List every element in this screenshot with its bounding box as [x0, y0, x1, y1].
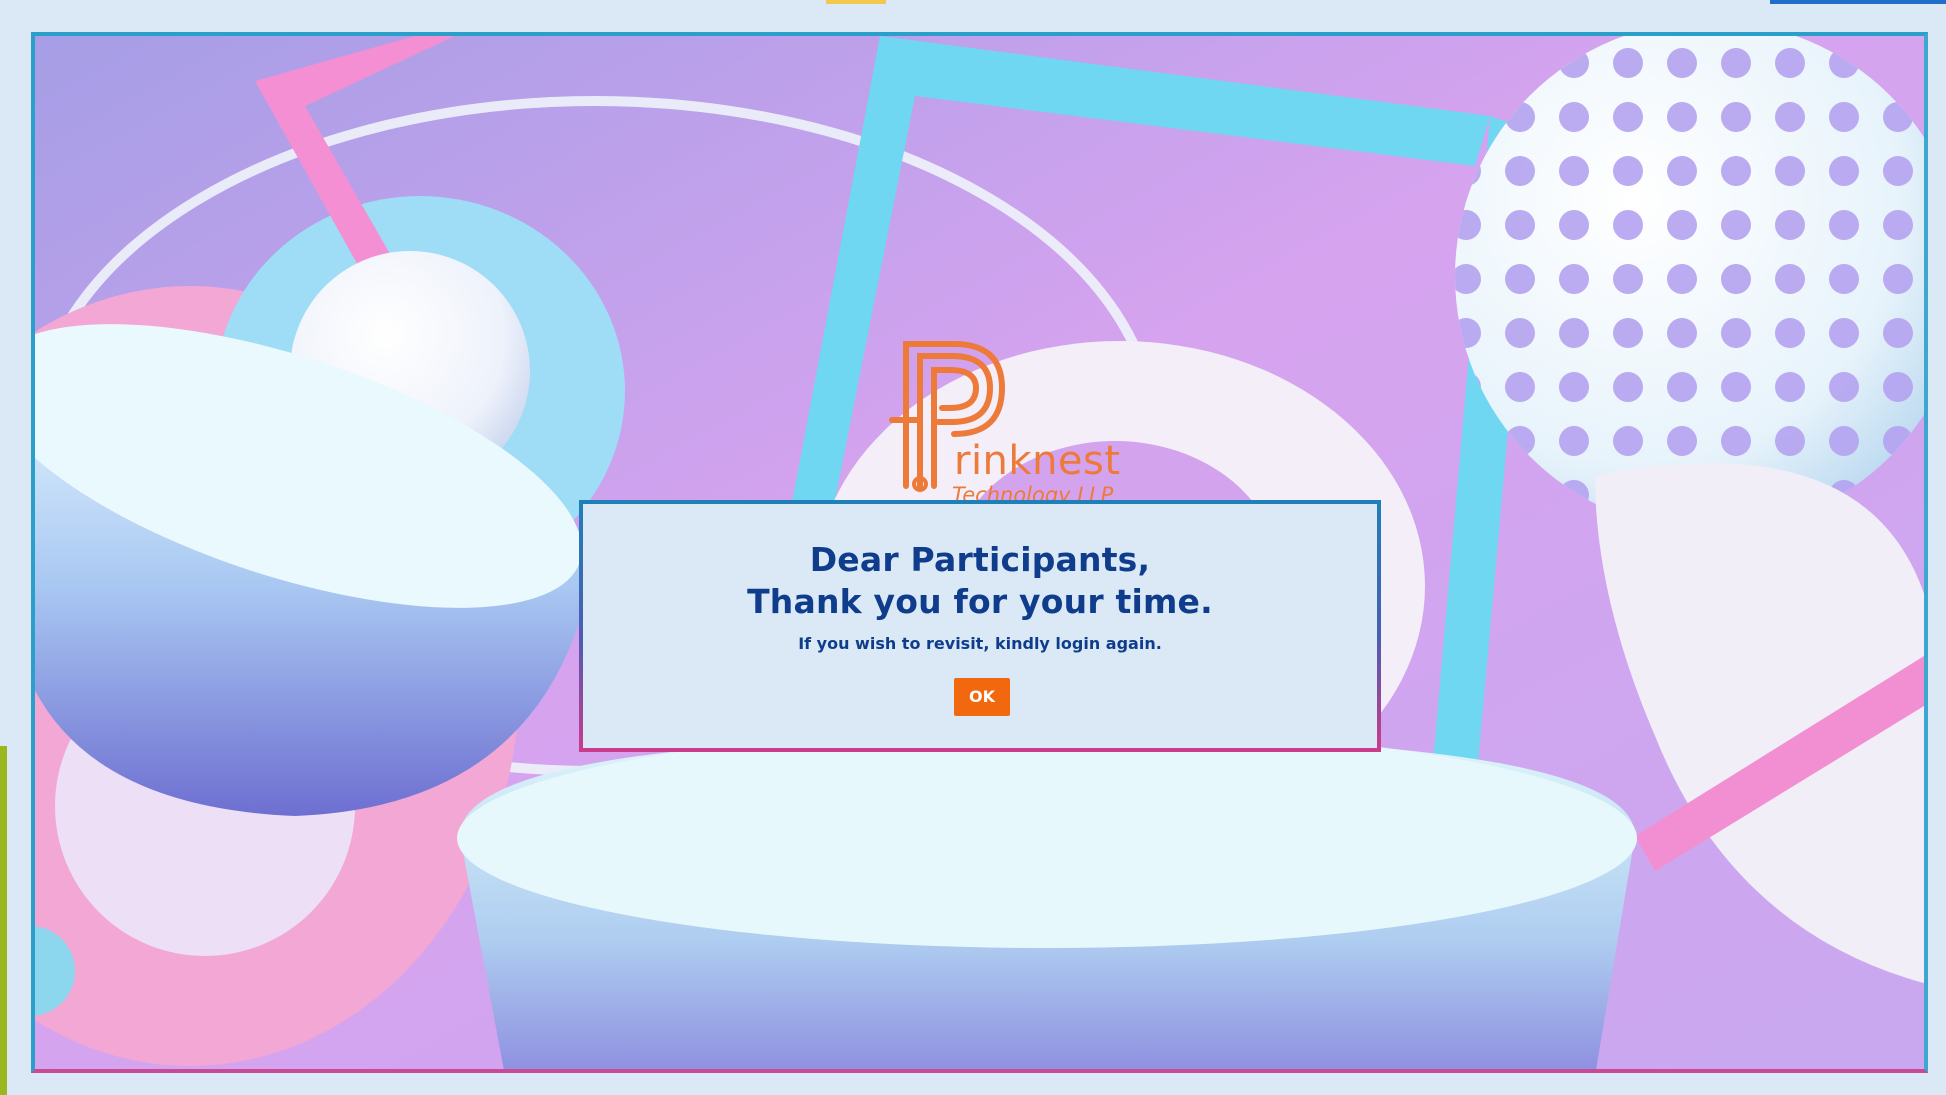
prinknest-logo: rinknest Technology LLP	[889, 336, 1150, 516]
thank-you-dialog: Dear Participants, Thank you for your ti…	[579, 500, 1381, 752]
page: rinknest Technology LLP Dear Participant…	[0, 0, 1946, 1095]
brand-name: rinknest	[954, 438, 1121, 484]
ok-button[interactable]: OK	[954, 678, 1010, 716]
dialog-heading-line1: Dear Participants,	[809, 540, 1151, 579]
top-accent-bar	[826, 0, 886, 4]
top-right-accent-bar	[1770, 0, 1946, 4]
left-accent-bar	[0, 746, 7, 1095]
dialog-heading-line2: Thank you for your time.	[747, 582, 1213, 621]
dialog-message: If you wish to revisit, kindly login aga…	[798, 634, 1162, 653]
